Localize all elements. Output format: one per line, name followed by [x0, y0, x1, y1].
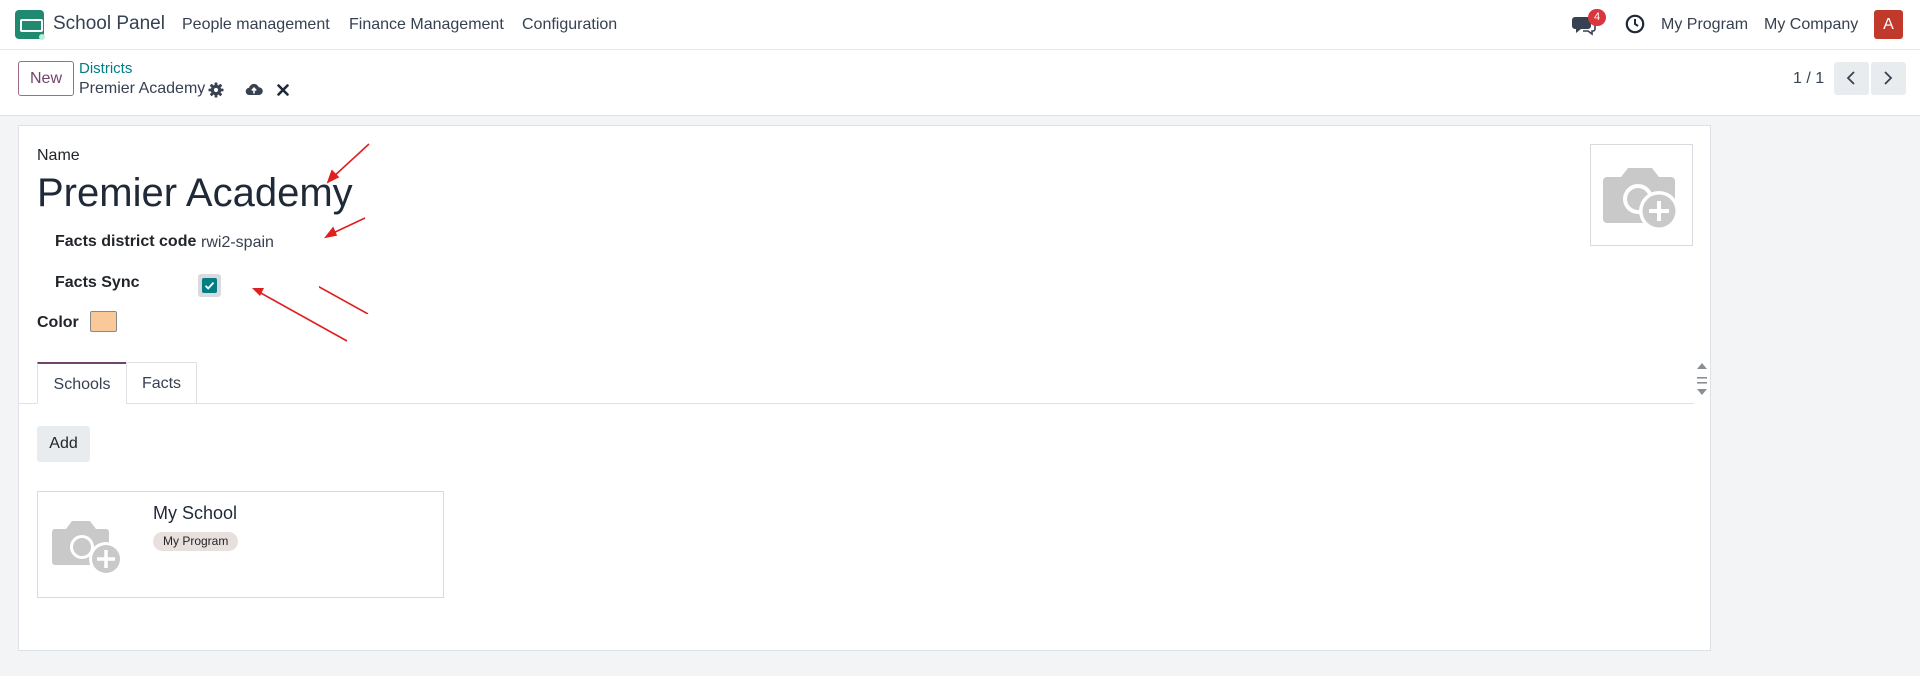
- cloud-upload-icon[interactable]: [245, 81, 263, 99]
- clock-icon[interactable]: [1625, 14, 1645, 34]
- app-logo-icon[interactable]: [15, 10, 44, 39]
- discard-close-icon[interactable]: [274, 81, 292, 99]
- name-label: Name: [37, 147, 80, 165]
- pager-next-button[interactable]: [1871, 62, 1906, 95]
- program-switcher[interactable]: My Program: [1661, 16, 1748, 34]
- school-card[interactable]: My School My Program: [37, 491, 444, 598]
- annotation-arrow-sync: [229, 276, 359, 356]
- checkbox-checked-indicator: [202, 278, 217, 293]
- user-avatar[interactable]: A: [1874, 10, 1903, 39]
- company-switcher[interactable]: My Company: [1764, 16, 1858, 34]
- camera-plus-icon: [1591, 145, 1692, 245]
- facts-sync-label: Facts Sync: [55, 274, 139, 292]
- camera-plus-icon: [48, 509, 130, 585]
- control-panel: New Districts Premier Academy 1 / 1: [0, 50, 1920, 116]
- district-code-field[interactable]: rwi2-spain: [201, 234, 274, 252]
- tabs-divider: [19, 403, 1694, 404]
- breadcrumb-districts[interactable]: Districts: [79, 60, 132, 77]
- school-card-title: My School: [153, 503, 237, 524]
- messages-badge: 4: [1588, 9, 1606, 26]
- tab-schools[interactable]: Schools: [37, 362, 127, 404]
- name-field[interactable]: Premier Academy: [37, 171, 353, 216]
- district-code-label: Facts district code: [55, 233, 196, 251]
- new-button[interactable]: New: [18, 61, 74, 96]
- app-brand[interactable]: School Panel: [53, 13, 165, 35]
- menu-configuration[interactable]: Configuration: [522, 16, 617, 34]
- gear-icon[interactable]: [207, 81, 225, 99]
- school-card-tag: My Program: [153, 532, 238, 551]
- pager-value[interactable]: 1 / 1: [1793, 70, 1824, 88]
- color-picker-swatch[interactable]: [90, 311, 117, 332]
- menu-finance-management[interactable]: Finance Management: [349, 16, 504, 34]
- form-sheet: Name Premier Academy Facts district code…: [18, 125, 1711, 651]
- image-upload-field[interactable]: [1590, 144, 1693, 246]
- color-label: Color: [37, 314, 79, 332]
- breadcrumb-current-record: Premier Academy: [79, 80, 205, 98]
- scroll-handle-icon[interactable]: [1695, 362, 1709, 400]
- add-school-button[interactable]: Add: [37, 426, 90, 462]
- pager-previous-button[interactable]: [1834, 62, 1869, 95]
- tab-facts[interactable]: Facts: [126, 362, 197, 404]
- top-navbar: School Panel People management Finance M…: [0, 0, 1920, 50]
- facts-sync-checkbox[interactable]: [198, 274, 221, 297]
- menu-people-management[interactable]: People management: [182, 16, 330, 34]
- chevron-left-icon: [1844, 70, 1858, 86]
- chevron-right-icon: [1881, 70, 1895, 86]
- checkmark-icon: [204, 280, 215, 291]
